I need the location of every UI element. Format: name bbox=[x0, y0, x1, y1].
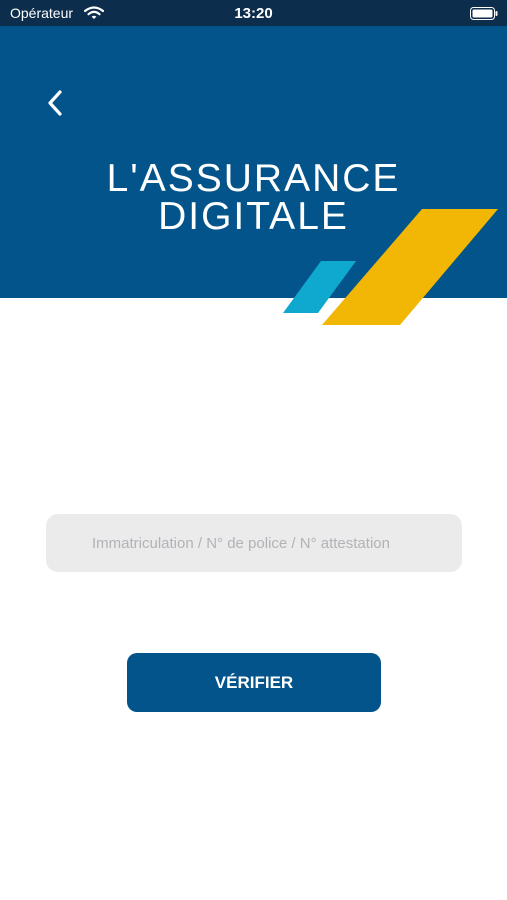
brand-stripes-decoration bbox=[283, 209, 498, 325]
verify-button[interactable]: VÉRIFIER bbox=[127, 653, 381, 712]
search-input[interactable] bbox=[46, 514, 462, 572]
